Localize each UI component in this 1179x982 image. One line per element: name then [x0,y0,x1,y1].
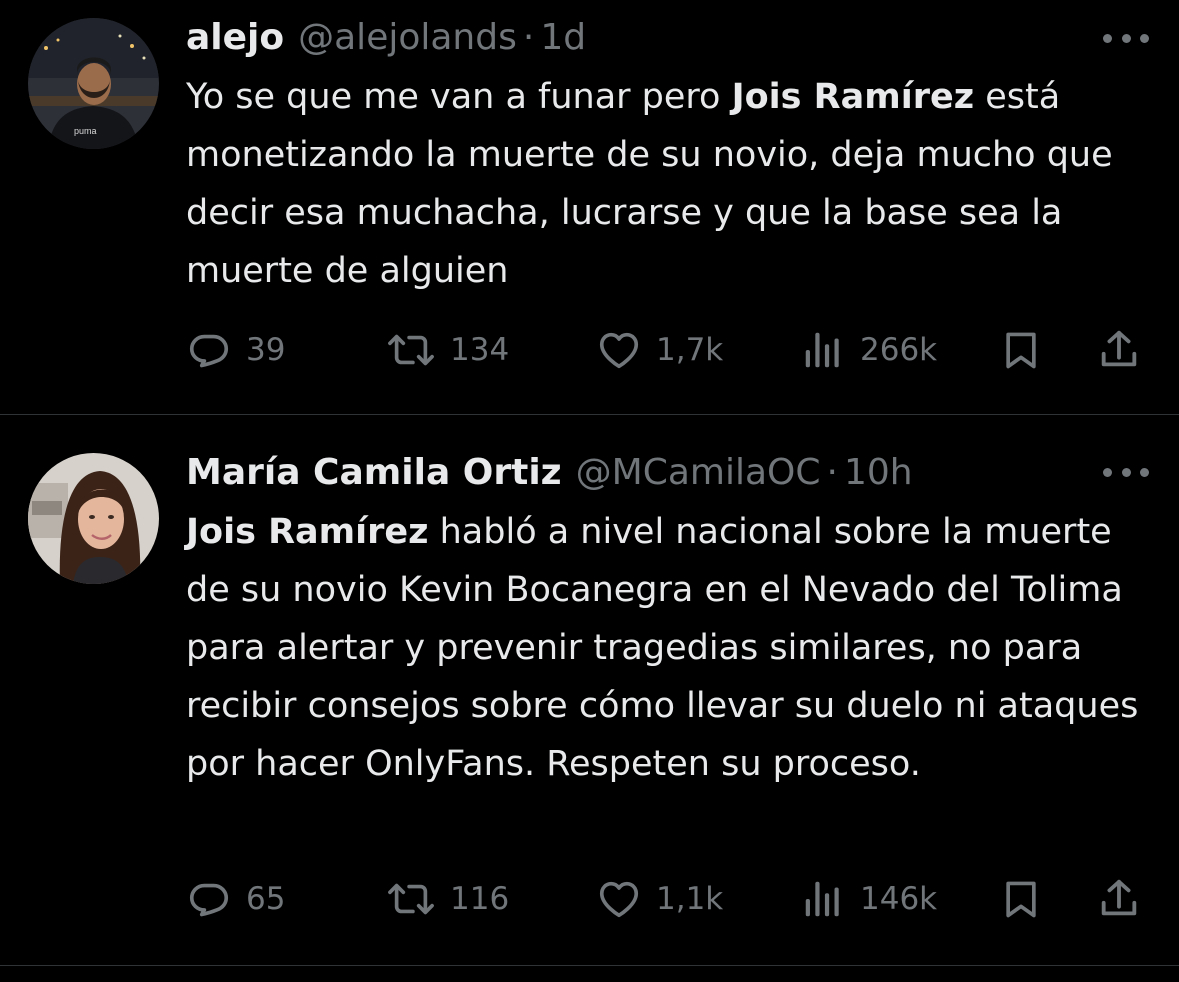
like-count: 1,1k [656,881,724,917]
tweet-text: Yo se que me van a funar pero Jois Ramír… [186,68,1161,300]
bookmark-icon [999,876,1043,922]
views-count: 266k [860,332,938,368]
action-bar: 39 134 1,7k 266k [186,325,1146,375]
display-name[interactable]: María Camila Ortiz [186,449,562,497]
repost-count: 134 [450,332,510,368]
like-button[interactable]: 1,1k [596,874,723,924]
timestamp[interactable]: 10h [844,449,913,497]
mention-text: Jois Ramírez [186,512,429,552]
user-handle[interactable]: @MCamilaOC [576,449,821,497]
tweet[interactable]: puma alejo @alejolands · 1d Yo se que me… [0,0,1179,414]
avatar[interactable]: puma [28,18,159,149]
display-name[interactable]: alejo [186,14,284,62]
bookmark-icon [999,327,1043,373]
like-count: 1,7k [656,332,724,368]
separator: · [826,452,838,493]
share-button[interactable] [1096,325,1142,375]
views-button[interactable]: 266k [800,325,937,375]
reply-button[interactable]: 65 [186,874,285,924]
reply-icon [186,876,232,922]
user-handle[interactable]: @alejolands [298,14,517,62]
svg-text:puma: puma [74,126,97,136]
bookmark-button[interactable] [999,874,1043,924]
tweet-header: alejo @alejolands · 1d [186,14,586,62]
timestamp[interactable]: 1d [540,14,586,62]
avatar[interactable] [28,453,159,584]
tweet-header: María Camila Ortiz @MCamilaOC · 10h [186,449,913,497]
like-icon [596,327,642,373]
reply-button[interactable]: 39 [186,325,285,375]
views-button[interactable]: 146k [800,874,937,924]
repost-count: 116 [450,881,510,917]
tweet-text-part: Yo se que me van a funar pero [186,77,732,117]
mention-text: Jois Ramírez [731,77,975,117]
share-button[interactable] [1096,874,1142,924]
tweet-divider [0,965,1179,966]
reply-icon [186,327,232,373]
views-count: 146k [860,881,938,917]
views-icon [800,327,846,373]
tweet-text-part: habló a nivel nacional sobre la muerte d… [186,512,1139,784]
more-icon[interactable] [1103,31,1149,45]
action-bar: 65 116 1,1k 146k [186,874,1146,924]
separator: · [522,17,535,58]
bookmark-button[interactable] [999,325,1043,375]
tweet[interactable]: María Camila Ortiz @MCamilaOC · 10h Jois… [0,415,1179,965]
tweet-text: Jois Ramírez habló a nivel nacional sobr… [186,503,1161,793]
reply-count: 39 [246,332,286,368]
like-icon [596,876,642,922]
repost-button[interactable]: 134 [386,325,509,375]
share-icon [1096,876,1142,922]
reply-count: 65 [246,881,286,917]
repost-icon [386,327,436,373]
repost-button[interactable]: 116 [386,874,509,924]
like-button[interactable]: 1,7k [596,325,723,375]
more-icon[interactable] [1103,465,1149,479]
views-icon [800,876,846,922]
share-icon [1096,327,1142,373]
repost-icon [386,876,436,922]
